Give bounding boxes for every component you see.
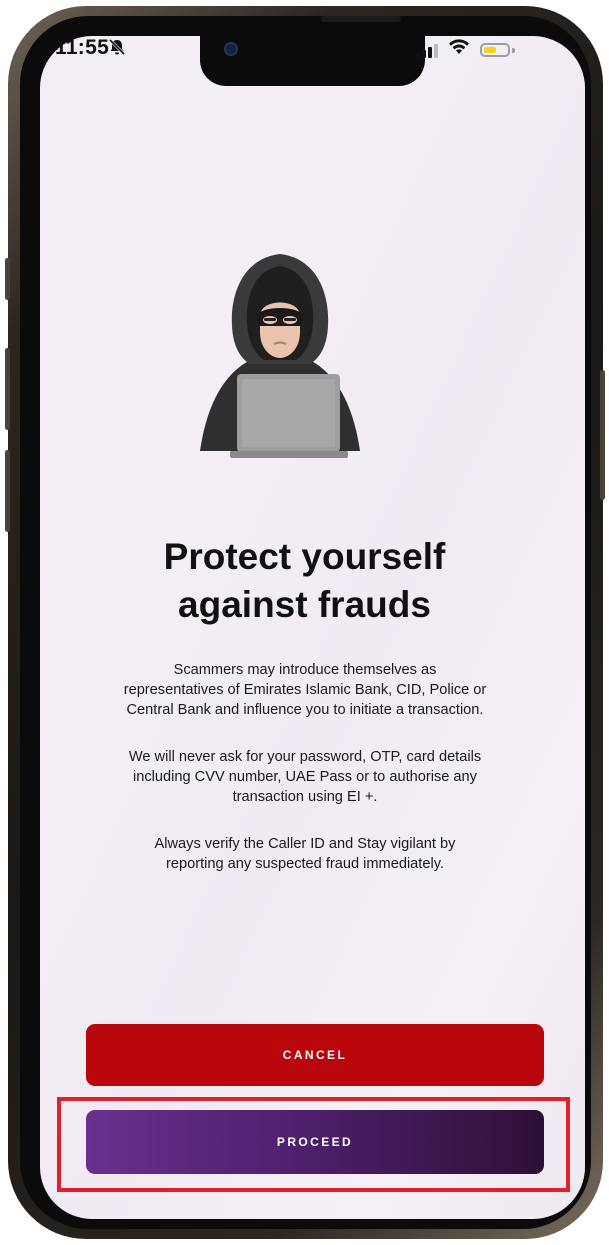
- page-title-line-2: against frauds: [178, 584, 431, 625]
- status-time: 11:55: [55, 36, 110, 59]
- page-title-line-1: Protect yourself: [163, 536, 446, 577]
- cancel-button[interactable]: CANCEL: [86, 1024, 544, 1086]
- paragraph-line: reporting any suspected fraud immediatel…: [166, 856, 444, 872]
- paragraph-line: representatives of Emirates Islamic Bank…: [123, 682, 487, 698]
- paragraph-line: Central Bank and influence you to initia…: [126, 702, 484, 718]
- paragraph-scam-warning: Scammers may introduce themselves as rep…: [80, 660, 530, 720]
- paragraph-line: including CVV number, UAE Pass or to aut…: [133, 769, 477, 785]
- battery-tip: [512, 48, 515, 53]
- battery-icon: [480, 43, 510, 57]
- cellular-signal-icon: [416, 44, 440, 63]
- wifi-icon: [448, 38, 470, 61]
- paragraph-verify-caller: Always verify the Caller ID and Stay vig…: [80, 834, 530, 874]
- paragraph-line: Scammers may introduce themselves as: [173, 662, 437, 678]
- hooded-hacker-with-laptop-icon: [190, 246, 370, 476]
- paragraph-line: Always verify the Caller ID and Stay vig…: [154, 836, 456, 852]
- volume-up-button: [5, 348, 10, 430]
- paragraph-line: We will never ask for your password, OTP…: [128, 749, 482, 765]
- volume-button: [5, 258, 10, 300]
- volume-down-button: [5, 450, 10, 532]
- paragraph-line: transaction using EI +.: [232, 789, 378, 805]
- bell-slash-icon: [108, 38, 126, 61]
- proceed-highlight-box: [57, 1097, 570, 1192]
- front-camera: [224, 42, 238, 56]
- earpiece-speaker: [321, 16, 401, 22]
- paragraph-never-ask: We will never ask for your password, OTP…: [80, 747, 530, 807]
- power-button: [600, 370, 605, 500]
